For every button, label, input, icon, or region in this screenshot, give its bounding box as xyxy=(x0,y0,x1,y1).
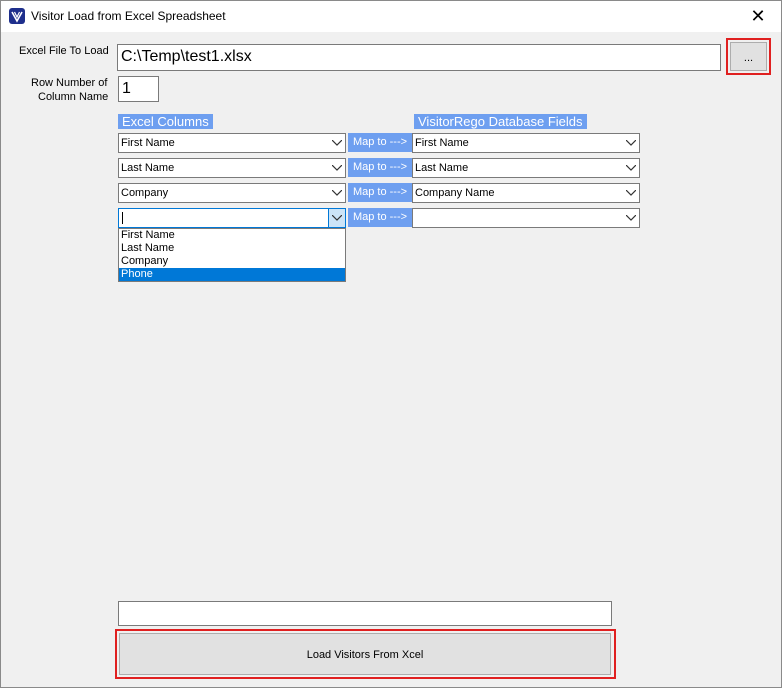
db-field-value-1: First Name xyxy=(415,137,469,149)
dropdown-option-last-name[interactable]: Last Name xyxy=(119,242,345,255)
db-fields-header: VisitorRego Database Fields xyxy=(414,114,587,129)
map-button-2[interactable]: Map to ---> xyxy=(348,158,412,177)
map-button-3[interactable]: Map to ---> xyxy=(348,183,412,202)
close-icon[interactable]: ✕ xyxy=(735,1,781,32)
excel-file-input[interactable]: C:\Temp\test1.xlsx xyxy=(117,44,721,71)
chevron-down-icon[interactable] xyxy=(623,184,639,202)
excel-column-value-3: Company xyxy=(121,187,169,199)
db-field-select-3[interactable]: Company Name xyxy=(412,183,640,203)
excel-column-select-2[interactable]: Last Name xyxy=(118,158,346,178)
excel-file-label: Excel File To Load xyxy=(19,45,109,57)
main-window: Visitor Load from Excel Spreadsheet ✕ Ex… xyxy=(0,0,782,688)
chevron-down-icon[interactable] xyxy=(623,159,639,177)
excel-column-value-2: Last Name xyxy=(121,162,175,174)
row-number-label-2: Column Name xyxy=(38,91,109,103)
dropdown-option-first-name[interactable]: First Name xyxy=(119,229,345,242)
chevron-down-icon[interactable] xyxy=(329,184,345,202)
db-field-value-2: Last Name xyxy=(415,162,469,174)
excel-columns-header: Excel Columns xyxy=(118,114,213,129)
map-button-4[interactable]: Map to ---> xyxy=(348,208,412,227)
dropdown-option-company[interactable]: Company xyxy=(119,255,345,268)
title-bar: Visitor Load from Excel Spreadsheet ✕ xyxy=(1,1,781,32)
excel-column-value-1: First Name xyxy=(121,137,175,149)
app-icon xyxy=(9,8,25,24)
db-field-select-4[interactable] xyxy=(412,208,640,228)
chevron-down-icon[interactable] xyxy=(329,159,345,177)
chevron-down-icon[interactable] xyxy=(623,209,639,227)
chevron-down-icon[interactable] xyxy=(329,134,345,152)
excel-column-select-4[interactable] xyxy=(118,208,346,228)
excel-column-dropdown-list: First Name Last Name Company Phone xyxy=(118,228,346,282)
status-input[interactable] xyxy=(118,601,612,626)
window-title: Visitor Load from Excel Spreadsheet xyxy=(31,9,226,23)
db-field-select-1[interactable]: First Name xyxy=(412,133,640,153)
row-number-label-1: Row Number of xyxy=(31,77,108,89)
db-field-select-2[interactable]: Last Name xyxy=(412,158,640,178)
browse-button[interactable]: ... xyxy=(730,42,767,71)
chevron-down-icon[interactable] xyxy=(623,134,639,152)
chevron-down-icon[interactable] xyxy=(328,209,345,227)
excel-column-select-1[interactable]: First Name xyxy=(118,133,346,153)
db-field-value-3: Company Name xyxy=(415,187,495,199)
excel-column-select-3[interactable]: Company xyxy=(118,183,346,203)
text-caret xyxy=(122,212,123,224)
row-number-input[interactable]: 1 xyxy=(118,76,159,102)
map-button-1[interactable]: Map to ---> xyxy=(348,133,412,152)
load-visitors-button[interactable]: Load Visitors From Xcel xyxy=(119,633,611,675)
dropdown-option-phone[interactable]: Phone xyxy=(119,268,345,281)
